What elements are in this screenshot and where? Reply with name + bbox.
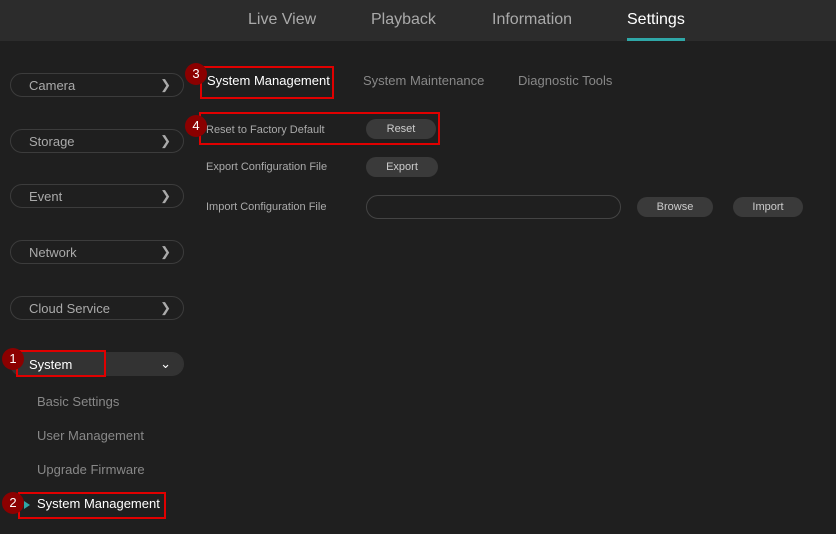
sidebar-item-network[interactable]: Network ❯ [10,240,184,264]
chevron-right-icon: ❯ [160,244,171,259]
sidebar-item-storage[interactable]: Storage ❯ [10,129,184,153]
step-badge-4: 4 [185,115,207,137]
step-badge-1: 1 [2,348,24,370]
chevron-down-icon: ⌄ [160,356,171,371]
import-file-input[interactable] [366,195,621,219]
step-badge-2: 2 [2,492,24,514]
highlight-box-1 [16,350,106,377]
highlight-box-2 [18,492,166,519]
nav-playback[interactable]: Playback [371,11,436,29]
tab-system-maintenance[interactable]: System Maintenance [363,73,484,88]
highlight-box-3 [200,66,334,99]
browse-button[interactable]: Browse [637,197,713,217]
active-tab-indicator [627,38,685,41]
sidebar-sub-basic-settings[interactable]: Basic Settings [37,394,119,409]
chevron-right-icon: ❯ [160,77,171,92]
top-nav-bar: Live View Playback Information Settings [0,0,836,41]
highlight-box-4 [199,112,440,145]
sidebar-item-label: Camera [29,78,76,93]
nav-information[interactable]: Information [492,11,572,29]
sidebar-item-event[interactable]: Event ❯ [10,184,184,208]
sidebar-sub-user-management[interactable]: User Management [37,428,144,443]
tab-diagnostic-tools[interactable]: Diagnostic Tools [518,73,612,88]
sidebar-item-label: Storage [29,134,75,149]
sidebar-item-label: Network [29,245,77,260]
import-label: Import Configuration File [206,201,327,213]
nav-live-view[interactable]: Live View [248,11,316,29]
sidebar-item-label: Cloud Service [29,301,110,316]
chevron-right-icon: ❯ [160,300,171,315]
step-badge-3: 3 [185,63,207,85]
sidebar-item-label: Event [29,189,63,204]
export-label: Export Configuration File [206,161,328,173]
chevron-right-icon: ❯ [160,133,171,148]
sidebar-item-camera[interactable]: Camera ❯ [10,73,184,97]
nav-settings[interactable]: Settings [627,11,685,29]
sidebar-sub-upgrade-firmware[interactable]: Upgrade Firmware [37,462,145,477]
sidebar-item-cloud-service[interactable]: Cloud Service ❯ [10,296,184,320]
export-button[interactable]: Export [366,157,438,177]
import-button[interactable]: Import [733,197,803,217]
chevron-right-icon: ❯ [160,188,171,203]
